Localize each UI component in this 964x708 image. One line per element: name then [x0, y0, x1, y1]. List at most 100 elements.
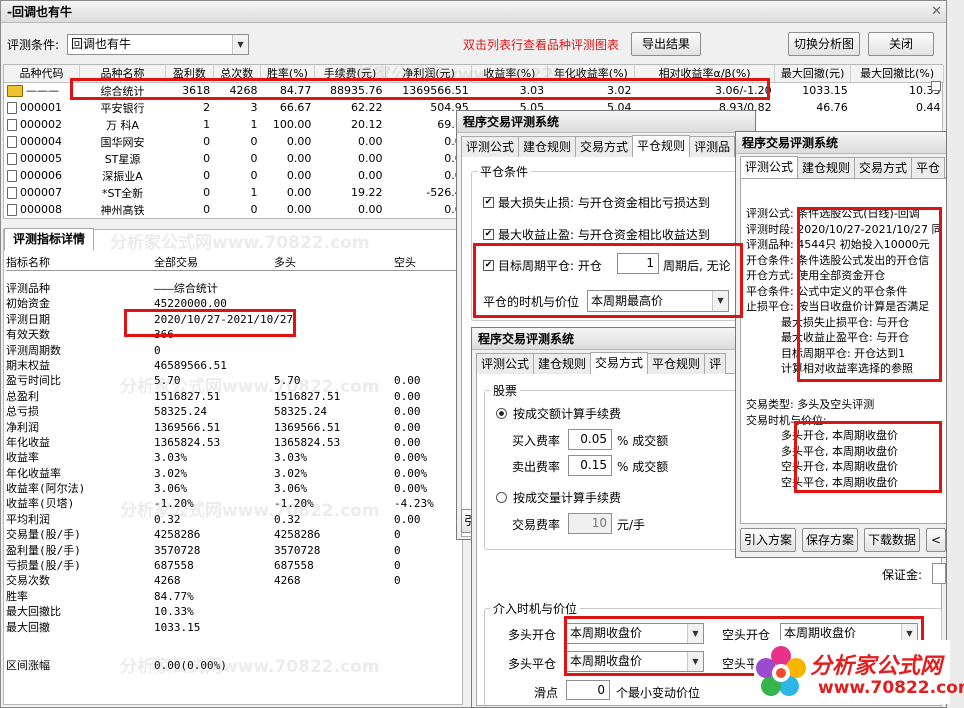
- detail-cell: 平均利润: [6, 512, 50, 526]
- detail-cell: 0: [394, 574, 401, 588]
- column-header[interactable]: 品种名称: [79, 65, 167, 83]
- summary-line: 多头平仓, 本周期收盘价: [746, 444, 898, 458]
- table-cell: 19.22: [351, 186, 383, 199]
- site-logo: 分析家公式网 www.70822.com: [754, 640, 964, 704]
- long-close-select[interactable]: 本周期收盘价 ▼: [566, 651, 704, 672]
- volume-fee-unit: 元/手: [617, 518, 646, 532]
- download-data-button[interactable]: 下载数据: [864, 528, 920, 552]
- table-cell: 3: [250, 101, 258, 114]
- table-cell: 62.22: [351, 101, 383, 114]
- import-plan-button[interactable]: 引入方案: [740, 528, 796, 552]
- detail-row: [6, 635, 461, 650]
- detail-cell: 4258286: [274, 528, 321, 542]
- detail-cell: 0.32: [274, 512, 301, 526]
- tab-3[interactable]: 平仓规则: [632, 135, 691, 157]
- tab-4[interactable]: 评: [704, 353, 727, 374]
- table-cell: 0: [203, 135, 211, 148]
- condition-select[interactable]: 回调也有牛 ▼: [67, 34, 249, 55]
- detail-column-header: 全部交易: [154, 256, 198, 269]
- close-button[interactable]: 关闭: [868, 32, 934, 56]
- tab-3[interactable]: 平仓规则: [647, 353, 706, 374]
- close-timing-select[interactable]: 本周期最高价 ▼: [587, 290, 729, 312]
- detail-row: 总盈利 1516827.51 1516827.51 0.00: [6, 389, 461, 404]
- detail-cell: 期末权益: [6, 358, 50, 372]
- column-header[interactable]: 收益率(%): [471, 65, 548, 83]
- chevron-down-icon: ▼: [232, 35, 248, 54]
- close-window-icon[interactable]: ✕: [931, 4, 942, 19]
- detail-cell: 1369566.51: [154, 420, 221, 434]
- tab-detail[interactable]: 评测指标详情: [4, 228, 94, 250]
- tab-1[interactable]: 建仓规则: [797, 157, 856, 178]
- column-header[interactable]: 盈利数: [165, 65, 214, 83]
- column-header[interactable]: 相对收益率α/β(%): [634, 65, 776, 83]
- table-cell: 0: [203, 203, 211, 216]
- detail-cell: 3.03%: [154, 451, 188, 465]
- tab-0[interactable]: 评测公式: [476, 353, 535, 374]
- detail-row: 盈利量(股/手) 3570728 3570728 0: [6, 543, 461, 558]
- detail-cell: 1516827.51: [274, 389, 341, 403]
- volume-fee-input[interactable]: 10: [568, 513, 612, 534]
- row-checkbox[interactable]: [931, 81, 941, 91]
- detail-row: 亏损量(股/手) 687558 687558 0: [6, 558, 461, 573]
- detail-column-header: 多头: [274, 256, 296, 269]
- detail-cell: 0.00: [394, 435, 421, 449]
- column-header[interactable]: 年化收益率(%): [547, 65, 636, 83]
- more-button[interactable]: <: [926, 528, 946, 552]
- long-open-select[interactable]: 本周期收盘价 ▼: [566, 623, 704, 644]
- tab-1[interactable]: 建仓规则: [518, 136, 577, 157]
- stock-group-label: 股票: [490, 382, 521, 399]
- switch-chart-button[interactable]: 切换分析图: [788, 32, 860, 56]
- fee-by-volume-radio[interactable]: 按成交量计算手续费: [496, 489, 621, 506]
- tab-0[interactable]: 评测公式: [461, 136, 520, 157]
- column-header[interactable]: 品种代码: [4, 65, 80, 83]
- save-plan-button[interactable]: 保存方案: [802, 528, 858, 552]
- detail-cell: 687558: [154, 559, 194, 573]
- detail-cell: 胜率: [6, 589, 28, 603]
- target-period-option[interactable]: ✔ 目标周期平仓: 开仓: [483, 257, 602, 274]
- table-cell: 0.00: [286, 169, 312, 182]
- margin-label: 保证金:: [882, 568, 923, 582]
- period-count-input[interactable]: 1: [617, 253, 659, 274]
- summary-line: 开仓条件: 条件选股公式发出的开仓信: [746, 253, 930, 267]
- tab-1[interactable]: 建仓规则: [533, 353, 592, 374]
- margin-input[interactable]: [932, 563, 946, 584]
- stoploss-option[interactable]: ✔ 最大损失止损: 与开仓资金相比亏损达到: [483, 194, 710, 211]
- tab-2[interactable]: 交易方式: [854, 157, 913, 178]
- tab-3[interactable]: 平仓: [911, 157, 946, 178]
- radio-empty-icon: [496, 492, 507, 503]
- sell-fee-input[interactable]: 0.15: [568, 455, 612, 476]
- detail-column-header: 指标名称: [6, 256, 50, 269]
- tab-2[interactable]: 交易方式: [575, 136, 634, 157]
- tab-2[interactable]: 交易方式: [590, 352, 649, 374]
- takeprofit-option[interactable]: ✔ 最大收益止盈: 与开仓资金相比收益达到: [483, 226, 710, 243]
- table-cell: 1: [250, 186, 258, 199]
- detail-cell: 0: [394, 528, 401, 542]
- slippage-input[interactable]: 0: [566, 680, 610, 700]
- export-button[interactable]: 导出结果: [631, 32, 701, 56]
- table-row[interactable]: ——— 综合统计 3618 4268 84.77 88935.76 1369566.51 3.…: [4, 82, 944, 99]
- stock-icon: [7, 170, 17, 182]
- detail-cell: 4268: [274, 574, 301, 588]
- buy-fee-input[interactable]: 0.05: [568, 429, 612, 450]
- detail-cell: 初始资金: [6, 297, 50, 311]
- tab-4[interactable]: 评测品: [689, 136, 736, 157]
- column-header[interactable]: 胜率(%): [260, 65, 315, 83]
- detail-cell: 收益率(阿尔法): [6, 482, 86, 496]
- condition-label: 评测条件:: [7, 38, 60, 52]
- detail-cell: 10.33%: [154, 605, 194, 619]
- table-cell: 84.77: [279, 84, 312, 98]
- fee-by-amount-radio[interactable]: 按成交额计算手续费: [496, 405, 621, 422]
- column-header[interactable]: 净利润(元): [385, 65, 473, 83]
- dialog-tabs: 评测公式 建仓规则 交易方式 平仓规则 评测品: [461, 135, 751, 157]
- fee-by-amount-label: 按成交额计算手续费: [513, 407, 622, 421]
- column-header[interactable]: 总次数: [213, 65, 262, 83]
- table-cell: 66.67: [279, 101, 312, 114]
- table-cell: 1: [250, 118, 258, 131]
- column-header[interactable]: 最大回撤比(%): [850, 65, 944, 83]
- tab-0[interactable]: 评测公式: [740, 156, 799, 178]
- column-header[interactable]: 手续费(元): [314, 65, 387, 83]
- column-header[interactable]: 最大回撤(元): [774, 65, 852, 83]
- summary-trade-lines: 交易类型: 多头及空头评测 交易时机与价位: 多头开仓, 本周期收盘价 多头平仓,…: [746, 397, 898, 490]
- table-cell: 46.76: [816, 101, 848, 114]
- stock-code-cell: 000006: [4, 167, 79, 184]
